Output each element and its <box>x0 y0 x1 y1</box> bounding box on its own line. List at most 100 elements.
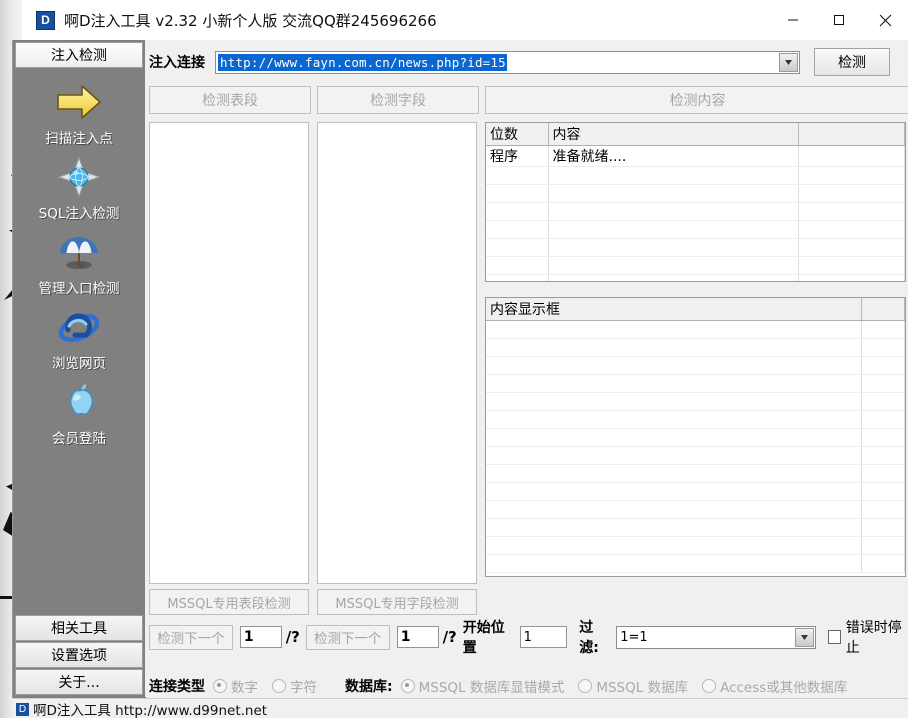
table-row-empty <box>486 446 905 465</box>
minimize-icon[interactable] <box>770 0 816 40</box>
content-display-grid[interactable]: 内容显示框 <box>485 297 906 577</box>
internet-explorer-icon <box>53 303 105 351</box>
table-row-empty <box>486 320 905 339</box>
mssql-table-label: MSSQL专用表段检测 <box>167 596 291 612</box>
table-row-empty <box>486 356 905 375</box>
start-position-label: 开始位置 <box>462 620 505 656</box>
radio-db-mssql-error-mode[interactable] <box>400 679 415 693</box>
stop-on-error-label: 错误时停止 <box>845 620 902 656</box>
radio-conn-type-numeric[interactable] <box>213 679 227 693</box>
sidebar-tab-label: 注入检测 <box>51 48 107 64</box>
sidebar-item-scan-injection-point[interactable]: 扫描注入点 <box>13 78 145 147</box>
db-mssql-error-mode-label: MSSQL 数据库显错模式 <box>418 680 565 696</box>
sidebar-item-browse-webpage[interactable]: 浏览网页 <box>13 303 145 372</box>
sidebar-button-label: 相关工具 <box>51 621 107 637</box>
radio-db-access-other[interactable] <box>702 679 717 693</box>
radio-db-mssql[interactable] <box>578 679 593 693</box>
next-field-input[interactable]: 1 <box>396 626 439 648</box>
window-controls <box>770 0 908 40</box>
detect-content-button[interactable]: 检测内容 <box>485 86 908 114</box>
detect-button[interactable]: 检测 <box>814 48 890 76</box>
conn-type-char-label: 字符 <box>290 680 317 696</box>
sidebar: 注入检测 扫描注入点 SQL注入检测 管理入口检测 浏览网页 会员登陆 相关工具… <box>12 40 146 718</box>
next-table-input[interactable]: 1 <box>239 626 282 648</box>
detect-field-label: 检测字段 <box>370 93 426 109</box>
table-row-empty <box>486 464 905 483</box>
application-window: D 啊D注入工具 v2.32 小新个人版 交流QQ群245696266 注入检测 <box>0 0 908 718</box>
column-header-content[interactable]: 内容 <box>548 123 799 146</box>
column-header-extra[interactable] <box>798 123 905 146</box>
detect-table-button[interactable]: 检测表段 <box>149 86 311 114</box>
sidebar-item-label: 浏览网页 <box>52 356 106 372</box>
sidebar-item-label: SQL注入检测 <box>38 206 120 222</box>
db-mssql-label: MSSQL 数据库 <box>596 680 689 696</box>
injection-url-row: 注入连接 http://www.fayn.com.cn/news.php?id=… <box>149 48 904 76</box>
sidebar-item-list: 扫描注入点 SQL注入检测 管理入口检测 浏览网页 会员登陆 <box>13 68 145 447</box>
start-position-input[interactable]: 1 <box>519 626 567 648</box>
table-row-empty <box>486 392 905 411</box>
detect-field-button[interactable]: 检测字段 <box>317 86 479 114</box>
table-row-empty <box>486 274 905 281</box>
next-field-button[interactable]: 检测下一个 <box>305 624 390 650</box>
detect-table-label: 检测表段 <box>202 93 258 109</box>
field-list-box[interactable] <box>317 122 477 584</box>
yellow-arrow-icon <box>53 78 105 126</box>
next-table-value: 1 <box>243 629 254 645</box>
sidebar-item-sql-injection-detect[interactable]: SQL注入检测 <box>13 153 145 222</box>
conn-type-numeric-label: 数字 <box>231 680 258 696</box>
table-row-empty <box>486 166 905 185</box>
sidebar-item-admin-entry-detect[interactable]: 管理入口检测 <box>13 228 145 297</box>
status-bar: D 啊D注入工具 http://www.d99net.net <box>12 698 908 718</box>
mssql-table-detect-button[interactable]: MSSQL专用表段检测 <box>149 589 309 615</box>
table-list-box[interactable] <box>149 122 309 584</box>
column-header-extra[interactable] <box>861 298 905 321</box>
chevron-down-icon[interactable] <box>779 52 798 72</box>
db-access-other-label: Access或其他数据库 <box>720 680 848 696</box>
url-combobox[interactable]: http://www.fayn.com.cn/news.php?id=15 <box>215 50 800 74</box>
next-table-button[interactable]: 检测下一个 <box>149 624 233 650</box>
table-row-empty <box>486 256 905 275</box>
sidebar-item-label: 扫描注入点 <box>45 131 113 147</box>
table-row-empty <box>486 184 905 203</box>
next-table-label: 检测下一个 <box>157 631 225 647</box>
table-row-empty <box>486 238 905 257</box>
main-content: 注入连接 http://www.fayn.com.cn/news.php?id=… <box>145 40 908 718</box>
table-row-empty <box>486 374 905 393</box>
content-table: 位数 内容 程序 准备就绪.... <box>486 123 905 281</box>
radio-conn-type-char[interactable] <box>272 679 286 693</box>
column-header-display-box[interactable]: 内容显示框 <box>486 298 862 321</box>
filter-value: 1=1 <box>620 629 648 645</box>
stop-on-error-checkbox[interactable] <box>828 630 841 644</box>
umbrella-icon <box>53 228 105 276</box>
table-row-empty <box>486 482 905 501</box>
start-position-value: 1 <box>523 629 532 645</box>
url-input-value[interactable]: http://www.fayn.com.cn/news.php?id=15 <box>218 53 507 71</box>
maximize-icon[interactable] <box>816 0 862 40</box>
apple-icon <box>53 378 105 426</box>
table-row-empty <box>486 410 905 429</box>
sidebar-tab-injection-detect[interactable]: 注入检测 <box>15 42 143 68</box>
next-table-total: /? <box>285 628 300 646</box>
cell-digits: 程序 <box>486 145 549 167</box>
next-field-value: 1 <box>400 629 411 645</box>
sidebar-button-related-tools[interactable]: 相关工具 <box>15 615 143 641</box>
sidebar-button-label: 设置选项 <box>51 648 107 664</box>
detect-content-grid[interactable]: 位数 内容 程序 准备就绪.... <box>485 122 906 282</box>
chevron-down-icon[interactable] <box>794 627 814 647</box>
sidebar-item-member-login[interactable]: 会员登陆 <box>13 378 145 447</box>
connection-type-label: 连接类型 <box>149 679 205 695</box>
mssql-field-detect-button[interactable]: MSSQL专用字段检测 <box>317 589 477 615</box>
display-table: 内容显示框 <box>486 298 905 573</box>
sidebar-item-label: 管理入口检测 <box>38 281 120 297</box>
detect-content-label: 检测内容 <box>669 93 726 109</box>
sidebar-button-about[interactable]: 关于... <box>15 669 143 695</box>
column-header-digits[interactable]: 位数 <box>486 123 549 146</box>
table-header-row: 位数 内容 <box>486 123 905 146</box>
injection-url-label: 注入连接 <box>149 55 205 71</box>
table-row[interactable]: 程序 准备就绪.... <box>486 145 905 167</box>
sidebar-button-settings[interactable]: 设置选项 <box>15 642 143 668</box>
close-icon[interactable] <box>862 0 908 40</box>
sidebar-bottom-buttons: 相关工具 设置选项 关于... <box>13 615 145 696</box>
filter-combobox[interactable]: 1=1 <box>616 625 816 649</box>
table-row-empty <box>486 338 905 357</box>
